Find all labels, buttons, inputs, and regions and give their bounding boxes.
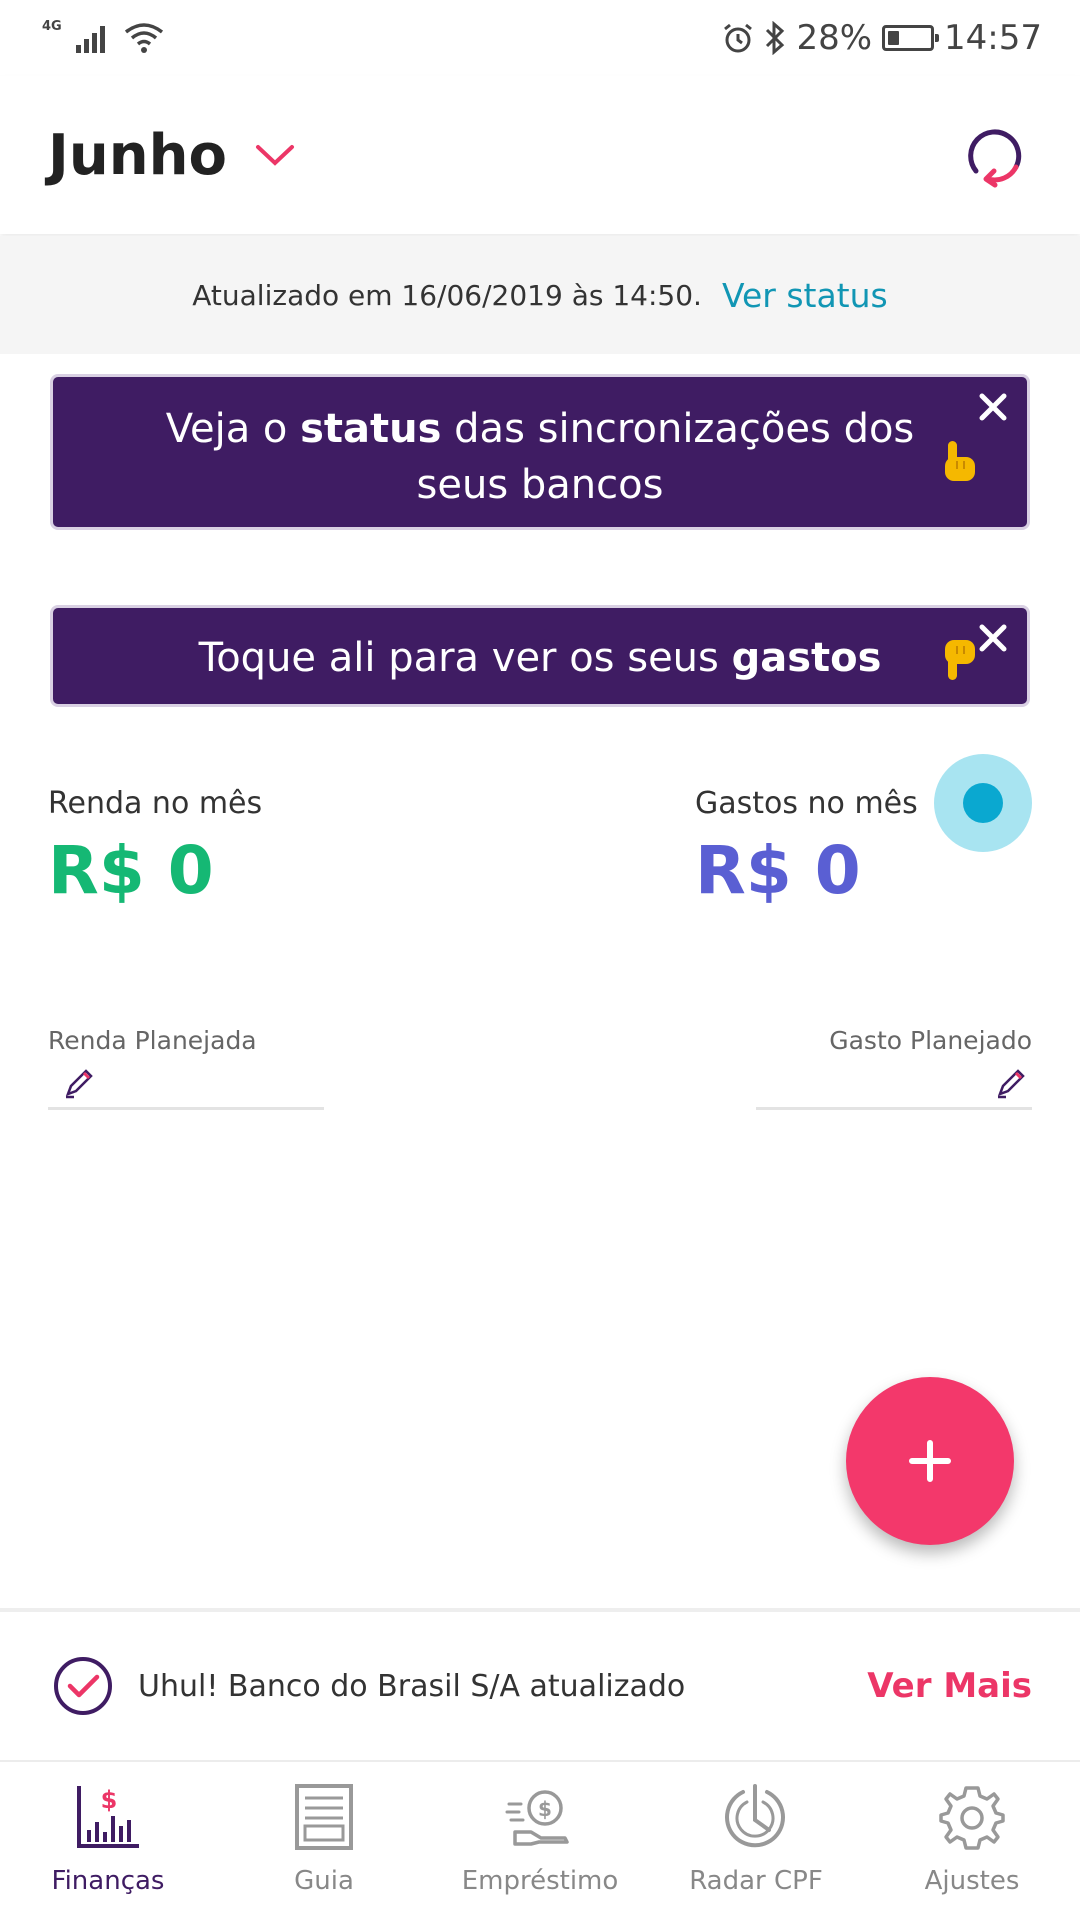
hint-dot-core	[963, 783, 1003, 823]
sync-icon[interactable]	[958, 119, 1030, 191]
close-icon[interactable]	[975, 389, 1011, 425]
pointing-hand-down-icon	[945, 640, 975, 680]
sync-tip-text-start: Veja o	[165, 406, 301, 452]
check-circle-icon	[54, 1657, 112, 1715]
clock: 14:57	[944, 18, 1042, 58]
nav-label: Radar CPF	[689, 1866, 823, 1896]
chevron-down-icon	[255, 145, 294, 166]
nav-label: Guia	[294, 1866, 354, 1896]
svg-text:$: $	[101, 1786, 118, 1814]
nav-label: Ajustes	[924, 1866, 1020, 1896]
planned-expense-field[interactable]	[756, 1062, 1032, 1110]
sync-notice-text: Uhul! Banco do Brasil S/A atualizado	[138, 1668, 686, 1704]
status-bar-right: 28% 14:57	[722, 18, 1042, 58]
sync-tip-text-bold: status	[300, 406, 442, 452]
expense-label: Gastos no mês	[695, 786, 918, 821]
income-value[interactable]: R$ 0	[48, 832, 214, 909]
pointing-hand-icon	[945, 441, 975, 481]
expenses-tip-text-bold: gastos	[731, 635, 882, 681]
nav-item-financas[interactable]: $ Finanças	[0, 1762, 216, 1920]
see-more-link[interactable]: Ver Mais	[867, 1666, 1032, 1706]
nav-item-ajustes[interactable]: Ajustes	[864, 1762, 1080, 1920]
sync-notice: Uhul! Banco do Brasil S/A atualizado Ver…	[0, 1612, 1080, 1760]
month-title: Junho	[48, 122, 227, 188]
last-update-text: Atualizado em 16/06/2019 às 14:50.	[192, 278, 702, 312]
expenses-hint-dot[interactable]	[934, 754, 1032, 852]
alarm-icon	[724, 23, 753, 53]
expenses-tip-text: Toque ali para ver os seus	[198, 635, 732, 681]
network-type: 4G	[42, 18, 62, 34]
svg-text:$: $	[538, 1797, 552, 1821]
planned-income-label: Renda Planejada	[48, 1026, 257, 1055]
nav-item-radar-cpf[interactable]: Radar CPF	[648, 1762, 864, 1920]
bluetooth-icon	[766, 21, 785, 55]
pencil-icon	[997, 1069, 1025, 1099]
plus-icon	[909, 1440, 951, 1482]
status-bar: 4G 28% 14:57	[0, 0, 1080, 76]
expense-value[interactable]: R$ 0	[695, 832, 861, 909]
month-selector[interactable]: Junho	[48, 123, 295, 188]
nav-label: Empréstimo	[461, 1866, 619, 1896]
status-bar-left: 4G	[42, 18, 164, 54]
guide-icon	[295, 1784, 353, 1850]
finance-chart-icon: $	[77, 1786, 139, 1848]
nav-label: Finanças	[51, 1866, 165, 1896]
update-bar: Atualizado em 16/06/2019 às 14:50. Ver s…	[0, 236, 1080, 354]
loan-icon: $	[505, 1790, 569, 1846]
battery-fill	[888, 31, 900, 45]
sync-tip-text-end: das sincronizações dos seus bancos	[416, 406, 915, 508]
nav-item-guia[interactable]: Guia	[216, 1762, 432, 1920]
battery-percent: 28%	[796, 18, 873, 58]
settings-icon	[939, 1786, 1005, 1850]
view-status-link[interactable]: Ver status	[722, 276, 888, 315]
add-button[interactable]	[846, 1377, 1014, 1545]
bottom-nav: $ Finanças Guia $ Empréstimo Radar CPF A…	[0, 1760, 1080, 1920]
wifi-icon	[124, 23, 163, 53]
battery-icon	[882, 25, 940, 51]
planned-income-field[interactable]	[48, 1062, 324, 1110]
pencil-icon	[65, 1069, 93, 1099]
sync-status-tip[interactable]: Veja o status das sincronizações dos seu…	[50, 374, 1030, 530]
app-header: Junho	[0, 76, 1080, 234]
radar-icon	[725, 1784, 785, 1848]
planned-expense-label: Gasto Planejado	[829, 1026, 1032, 1055]
expenses-tip[interactable]: Toque ali para ver os seus gastos	[50, 605, 1030, 707]
income-label: Renda no mês	[48, 786, 263, 821]
nav-item-emprestimo[interactable]: $ Empréstimo	[432, 1762, 648, 1920]
signal-icon	[75, 26, 105, 53]
